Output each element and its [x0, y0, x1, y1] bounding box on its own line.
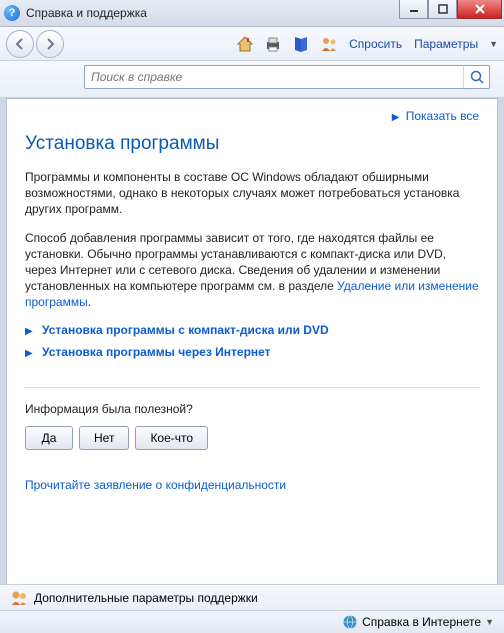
options-caret-icon: ▼ — [489, 39, 498, 49]
close-button[interactable] — [457, 0, 502, 19]
online-help-link[interactable]: Справка в Интернете — [362, 615, 481, 629]
options-link[interactable]: Параметры — [409, 37, 483, 51]
search-icon — [469, 69, 485, 85]
privacy-link[interactable]: Прочитайте заявление о конфиденциальност… — [25, 478, 286, 492]
intro-paragraph-1: Программы и компоненты в составе ОС Wind… — [25, 169, 479, 218]
expander-install-from-disc[interactable]: ▶ Установка программы с компакт-диска ил… — [25, 323, 479, 337]
ask-icon-button[interactable] — [316, 31, 342, 57]
feedback-no-button[interactable]: Нет — [79, 426, 129, 450]
window-controls — [399, 0, 502, 19]
expander-label-1[interactable]: Установка программы с компакт-диска или … — [42, 323, 329, 337]
intro-text-2b: . — [88, 295, 91, 309]
globe-icon — [342, 614, 358, 630]
feedback-question: Информация была полезной? — [25, 402, 479, 416]
intro-paragraph-2: Способ добавления программы зависит от т… — [25, 230, 479, 311]
privacy-row: Прочитайте заявление о конфиденциальност… — [25, 478, 479, 492]
feedback-yes-button[interactable]: Да — [25, 426, 73, 450]
arrow-right-icon — [44, 38, 56, 50]
nav-forward-button[interactable] — [36, 30, 64, 58]
feedback-buttons: Да Нет Кое-что — [25, 426, 479, 450]
support-options-bar[interactable]: Дополнительные параметры поддержки — [0, 584, 504, 610]
home-button[interactable] — [232, 31, 258, 57]
expander-install-from-internet[interactable]: ▶ Установка программы через Интернет — [25, 345, 479, 359]
support-options-icon — [10, 589, 28, 607]
divider — [25, 387, 479, 388]
maximize-icon — [438, 4, 448, 14]
online-help-caret-icon: ▼ — [485, 617, 494, 627]
maximize-button[interactable] — [428, 0, 457, 19]
nav-back-button[interactable] — [6, 30, 34, 58]
page-heading: Установка программы — [25, 133, 479, 155]
search-input[interactable] — [85, 70, 463, 84]
minimize-icon — [409, 4, 419, 14]
search-submit-button[interactable] — [463, 66, 489, 88]
main-toolbar: Спросить Параметры ▼ — [0, 27, 504, 61]
show-all-arrow-icon: ▶ — [392, 112, 400, 123]
close-icon — [474, 4, 486, 14]
show-all-link[interactable]: Показать все — [406, 109, 479, 123]
content-scroll[interactable]: ▶ Показать все Установка программы Прогр… — [7, 99, 497, 591]
people-icon — [319, 34, 339, 54]
show-all-row: ▶ Показать все — [25, 109, 479, 123]
support-options-label: Дополнительные параметры поддержки — [34, 591, 258, 605]
search-box — [84, 65, 490, 89]
online-help-bar: Справка в Интернете ▼ — [0, 610, 504, 633]
ask-link[interactable]: Спросить — [344, 37, 407, 51]
feedback-somewhat-button[interactable]: Кое-что — [135, 426, 208, 450]
book-icon — [291, 34, 311, 54]
search-bar — [0, 61, 504, 98]
help-app-icon: ? — [4, 5, 20, 21]
expander-label-2[interactable]: Установка программы через Интернет — [42, 345, 271, 359]
arrow-left-icon — [14, 38, 26, 50]
home-icon — [235, 34, 255, 54]
content-panel: ▶ Показать все Установка программы Прогр… — [6, 98, 498, 592]
print-button[interactable] — [260, 31, 286, 57]
window-title: Справка и поддержка — [26, 6, 147, 20]
window-titlebar: ? Справка и поддержка — [0, 0, 504, 27]
minimize-button[interactable] — [399, 0, 428, 19]
printer-icon — [263, 34, 283, 54]
browse-button[interactable] — [288, 31, 314, 57]
expand-arrow-icon-2: ▶ — [25, 348, 33, 359]
expand-arrow-icon-1: ▶ — [25, 326, 33, 337]
